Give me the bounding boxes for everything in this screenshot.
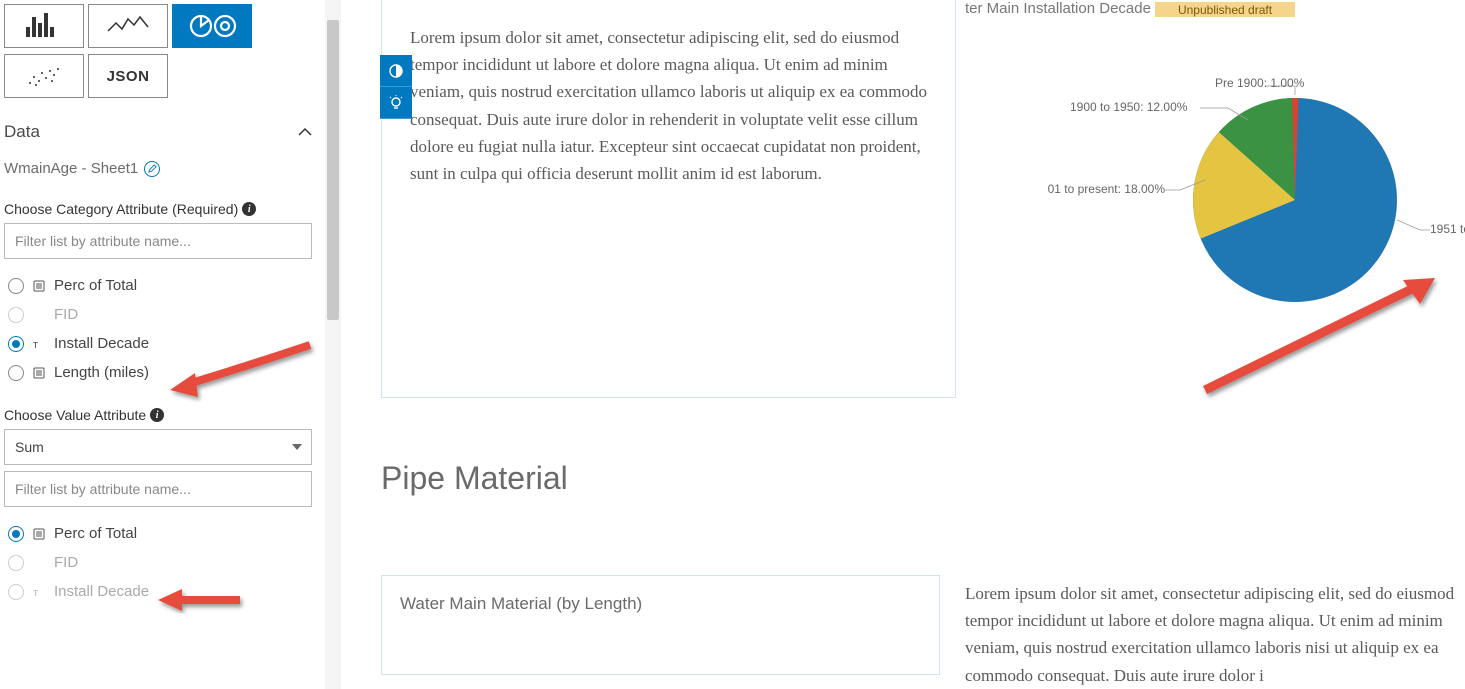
material-description-text: Lorem ipsum dolor sit amet, consectetur … (965, 580, 1465, 689)
radio-label: Perc of Total (54, 525, 137, 542)
line-chart-button[interactable] (88, 4, 168, 48)
pie-label-pre1900: Pre 1900: 1.00% (1215, 76, 1304, 90)
value-option-install-decade[interactable]: ᴛ Install Decade (4, 577, 317, 606)
category-option-perc-of-total[interactable]: Perc of Total (4, 271, 317, 300)
radio-label: Install Decade (54, 583, 149, 600)
category-option-length[interactable]: Length (miles) (4, 358, 317, 387)
number-icon (32, 366, 46, 380)
aggregation-select[interactable]: Sum (4, 429, 312, 465)
json-button[interactable]: JSON (88, 54, 168, 98)
main-preview-area: Unpublished draft Lorem ipsum dolor sit … (325, 0, 1465, 689)
pie-chart: Pre 1900: 1.00% 1900 to 1950: 12.00% 01 … (1085, 70, 1465, 350)
category-option-fid[interactable]: FID (4, 300, 317, 329)
data-source-row: WmainAge - Sheet1 (4, 152, 317, 195)
draft-badge: Unpublished draft (1155, 2, 1295, 17)
bar-chart-button[interactable] (4, 4, 84, 48)
text-icon: ᴛ (32, 337, 46, 351)
value-option-fid[interactable]: FID (4, 548, 317, 577)
edit-icon[interactable] (144, 161, 160, 177)
radio-label: FID (54, 554, 78, 571)
info-icon[interactable]: i (150, 408, 164, 422)
number-icon (32, 279, 46, 293)
text-icon: ᴛ (32, 585, 46, 599)
info-icon[interactable]: i (242, 202, 256, 216)
data-section-label: Data (4, 122, 40, 142)
material-chart-title: Water Main Material (by Length) (400, 594, 921, 614)
material-chart-card[interactable]: Water Main Material (by Length) (381, 575, 940, 675)
value-attr-label: Choose Value Attribute i (4, 401, 317, 429)
data-source-label: WmainAge - Sheet1 (4, 160, 138, 177)
chart-type-selector (4, 4, 317, 48)
idea-tab[interactable] (380, 87, 412, 119)
scrollbar-track[interactable] (325, 0, 341, 689)
category-attr-label: Choose Category Attribute (Required) i (4, 195, 317, 223)
chart-type-row-2: JSON (4, 54, 317, 98)
category-radio-list: Perc of Total FID ᴛ Install Decade Lengt… (4, 267, 317, 401)
description-card[interactable]: Lorem ipsum dolor sit amet, consectetur … (381, 0, 956, 398)
pipe-material-heading: Pipe Material (381, 460, 568, 497)
pie-chart-button[interactable] (172, 4, 252, 48)
data-section-header[interactable]: Data (4, 104, 317, 152)
category-option-install-decade[interactable]: ᴛ Install Decade (4, 329, 317, 358)
pie-label-1900-1950: 1900 to 1950: 12.00% (1070, 100, 1187, 114)
pie-label-1951-2000: 1951 to 2000: 69.00% (1430, 222, 1465, 236)
svg-text:ᴛ: ᴛ (33, 587, 38, 598)
scrollbar-thumb[interactable] (327, 20, 339, 320)
radio-label: Install Decade (54, 335, 149, 352)
pie-label-present: 01 to present: 18.00% (1025, 182, 1165, 196)
value-radio-list: Perc of Total FID ᴛ Install Decade (4, 515, 317, 620)
radio-label: Perc of Total (54, 277, 137, 294)
chevron-up-icon (297, 124, 313, 140)
svg-text:ᴛ: ᴛ (33, 339, 38, 350)
side-tabs (380, 55, 412, 119)
value-filter-input[interactable] (4, 471, 312, 507)
description-text: Lorem ipsum dolor sit amet, consectetur … (410, 24, 927, 187)
config-sidebar: JSON Data WmainAge - Sheet1 Choose Categ… (0, 0, 325, 689)
number-icon (32, 527, 46, 541)
category-filter-input[interactable] (4, 223, 312, 259)
radio-label: Length (miles) (54, 364, 149, 381)
scatter-chart-button[interactable] (4, 54, 84, 98)
radio-label: FID (54, 306, 78, 323)
value-option-perc-of-total[interactable]: Perc of Total (4, 519, 317, 548)
contrast-tab[interactable] (380, 55, 412, 87)
